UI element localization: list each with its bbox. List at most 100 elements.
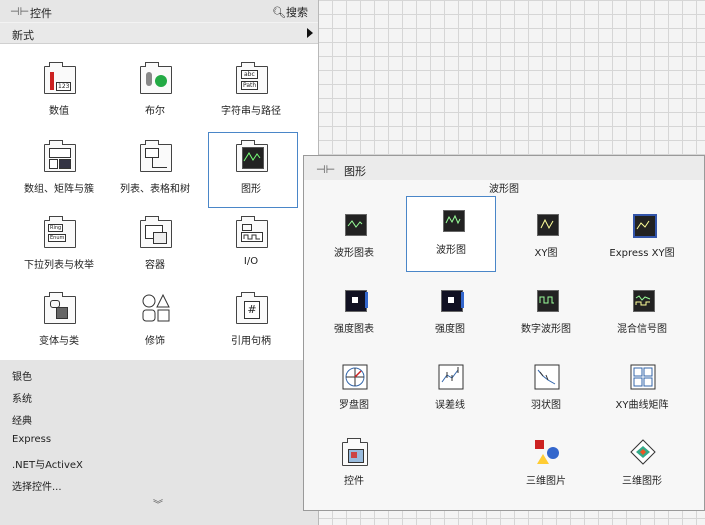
- graph-item-xy-plot-matrix[interactable]: XY曲线矩阵: [596, 352, 688, 424]
- search-button[interactable]: 🔍︎搜索: [272, 4, 308, 20]
- graph-item-feather-plot[interactable]: 羽状图: [500, 352, 592, 424]
- waveform-graph-icon: [440, 206, 466, 234]
- tile-label: 变体与类: [39, 336, 79, 347]
- numeric-icon: 123: [44, 62, 76, 94]
- item-label: 波形图表: [334, 248, 374, 259]
- pin-icon[interactable]: ⊣⊢: [316, 163, 335, 176]
- item-label: XY图: [534, 248, 558, 259]
- feather-plot-icon: [534, 362, 560, 390]
- item-label: Express XY图: [609, 248, 675, 259]
- item-label: 罗盘图: [339, 400, 369, 411]
- category-silver[interactable]: 银色: [12, 368, 32, 383]
- tile-label: I/O: [243, 256, 259, 267]
- 3d-graph-icon: [630, 438, 656, 466]
- item-label: 混合信号图: [617, 324, 667, 335]
- item-label: 数字波形图: [521, 324, 571, 335]
- palette-title-bar[interactable]: ⊣⊢ 控件 🔍︎搜索: [0, 0, 318, 22]
- containers-icon: [140, 216, 172, 248]
- graph-item-express-xy-graph[interactable]: Express XY图: [596, 200, 688, 272]
- xy-graph-icon: [534, 210, 560, 238]
- graph-item-digital-waveform[interactable]: 数字波形图: [500, 276, 592, 348]
- string-path-icon: abc Path: [236, 62, 268, 94]
- list-table-tree-icon: [140, 140, 172, 172]
- item-label: XY曲线矩阵: [615, 400, 669, 411]
- pin-icon[interactable]: ⊣⊢: [10, 5, 29, 18]
- subpalette-category-label: 波形图: [489, 184, 519, 195]
- decorations-icon: [140, 292, 172, 324]
- graph-icon: [236, 140, 268, 172]
- category-system[interactable]: 系统: [12, 390, 32, 405]
- tile-list-table-tree[interactable]: 列表、表格和树: [110, 128, 200, 200]
- tile-io[interactable]: I/O: [206, 204, 296, 276]
- controls-palette: ⊣⊢ 控件 🔍︎搜索 新式 123 数值 布尔 abc Path 字符串与路径 …: [0, 0, 319, 525]
- item-label: 控件: [344, 476, 364, 487]
- tile-array-cluster[interactable]: 数组、矩阵与簇: [14, 128, 104, 200]
- error-bar-plot-icon: [438, 362, 464, 390]
- item-label: 强度图表: [334, 324, 374, 335]
- tile-label: 下拉列表与枚举: [24, 260, 94, 271]
- intensity-graph-icon: [438, 286, 464, 314]
- expand-arrow-icon[interactable]: [307, 28, 313, 38]
- graph-item-intensity-graph[interactable]: 强度图: [404, 276, 496, 348]
- io-icon: [236, 216, 268, 248]
- graph-item-error-bar[interactable]: 误差线: [404, 352, 496, 424]
- tile-label: 布尔: [145, 106, 165, 117]
- subcategory-label: 新式: [12, 29, 34, 42]
- graph-subpalette: ⊣⊢ 图形 波形图 波形图表 波形图 XY图 Express XY图 强度图表 …: [303, 155, 705, 511]
- category-classic[interactable]: 经典: [12, 412, 32, 427]
- tile-ring-enum[interactable]: Ring Enum 下拉列表与枚举: [14, 204, 104, 276]
- 3d-picture-icon: [534, 438, 560, 466]
- tile-label: 引用句柄: [231, 336, 271, 347]
- tile-graph[interactable]: 图形: [206, 128, 296, 200]
- graph-item-3d-graph[interactable]: 三维图形: [596, 428, 688, 500]
- tile-numeric[interactable]: 123 数值: [14, 50, 104, 122]
- variant-class-icon: [44, 292, 76, 324]
- xy-plot-matrix-icon: [630, 362, 656, 390]
- ring-enum-icon: Ring Enum: [44, 216, 76, 248]
- expand-more-icon[interactable]: ︾: [153, 496, 163, 511]
- graph-item-mixed-signal[interactable]: 混合信号图: [596, 276, 688, 348]
- tile-label: 图形: [241, 184, 261, 195]
- tile-boolean[interactable]: 布尔: [110, 50, 200, 122]
- tile-label: 数组、矩阵与簇: [24, 184, 94, 195]
- graph-item-waveform-chart[interactable]: 波形图表: [308, 200, 400, 272]
- graph-item-3d-picture[interactable]: 三维图片: [500, 428, 592, 500]
- tile-refnum[interactable]: # 引用句柄: [206, 280, 296, 352]
- tile-variant-class[interactable]: 变体与类: [14, 280, 104, 352]
- subcategory-header[interactable]: 新式: [0, 23, 318, 44]
- tile-label: 修饰: [145, 336, 165, 347]
- controls-folder-icon: [342, 438, 368, 466]
- item-label: 三维图片: [526, 476, 566, 487]
- tile-decorations[interactable]: 修饰: [110, 280, 200, 352]
- item-label: 误差线: [435, 400, 465, 411]
- waveform-chart-icon: [342, 210, 368, 238]
- item-label: 强度图: [435, 324, 465, 335]
- mixed-signal-graph-icon: [630, 286, 656, 314]
- refnum-icon: #: [236, 292, 268, 324]
- intensity-chart-icon: [342, 286, 368, 314]
- select-a-control[interactable]: 选择控件...: [12, 478, 62, 493]
- palette-tiles: 123 数值 布尔 abc Path 字符串与路径 数组、矩阵与簇 列表、表格和…: [0, 44, 318, 360]
- subpalette-title-bar[interactable]: ⊣⊢ 图形: [304, 156, 704, 180]
- tile-label: 字符串与路径: [221, 106, 281, 117]
- digital-waveform-graph-icon: [534, 286, 560, 314]
- palette-title: 控件: [30, 7, 52, 20]
- boolean-icon: [140, 62, 172, 94]
- graph-item-compass-plot[interactable]: 罗盘图: [308, 352, 400, 424]
- array-matrix-cluster-icon: [44, 140, 76, 172]
- subpalette-selection-highlight: 波形图: [406, 196, 496, 272]
- tile-label: 数值: [49, 106, 69, 117]
- graph-item-intensity-chart[interactable]: 强度图表: [308, 276, 400, 348]
- compass-plot-icon: [342, 362, 368, 390]
- graph-item-xy-graph[interactable]: XY图: [500, 200, 592, 272]
- graph-item-controls-folder[interactable]: 控件: [308, 428, 400, 500]
- tile-containers[interactable]: 容器: [110, 204, 200, 276]
- search-icon: 🔍︎: [272, 6, 286, 19]
- tile-label: 容器: [145, 260, 165, 271]
- tile-string-path[interactable]: abc Path 字符串与路径: [206, 50, 296, 122]
- item-label: 三维图形: [622, 476, 662, 487]
- category-express[interactable]: Express: [12, 434, 51, 445]
- category-dotnet-activex[interactable]: .NET与ActiveX: [12, 456, 83, 471]
- subpalette-title: 图形: [344, 165, 366, 178]
- express-xy-graph-icon: [630, 210, 657, 238]
